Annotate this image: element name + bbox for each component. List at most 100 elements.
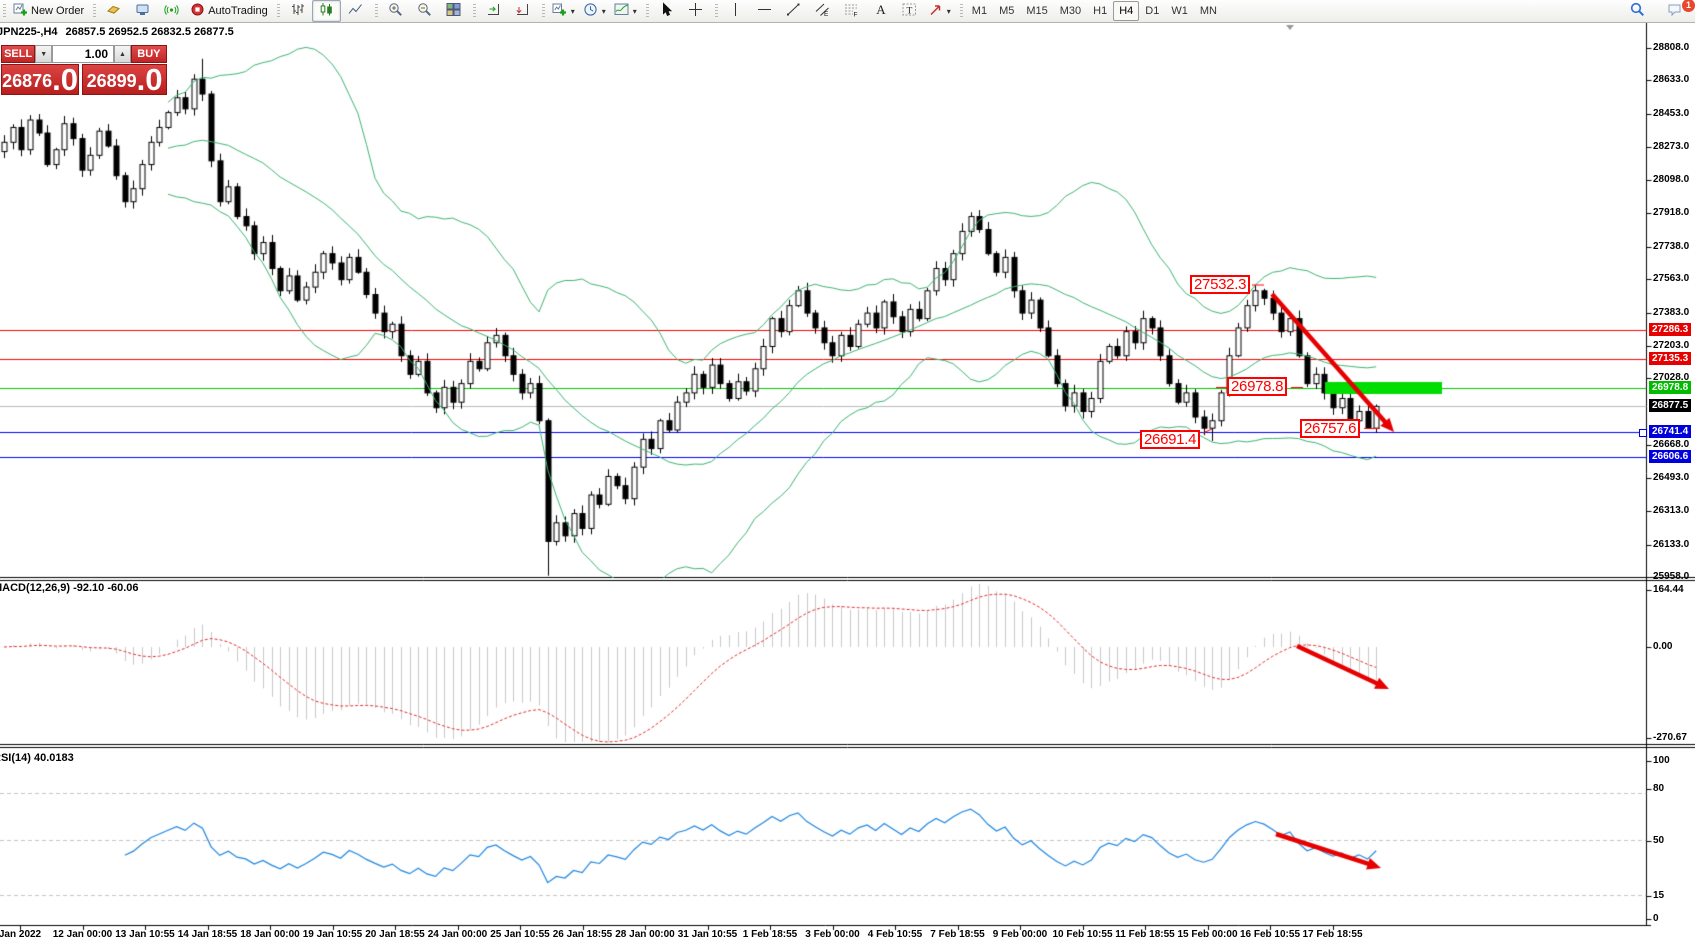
chart-shift-icon — [515, 2, 530, 20]
crosshair-button[interactable] — [681, 0, 710, 22]
timeframe-m1-button[interactable]: M1 — [966, 1, 993, 21]
toolbar-group — [539, 0, 643, 22]
horizontal-line-icon — [757, 2, 772, 20]
profiles-icon — [583, 2, 598, 20]
sell-button[interactable]: SELL — [1, 45, 35, 63]
toolbar-group — [643, 0, 712, 22]
timeframe-h4-button[interactable]: H4 — [1113, 1, 1139, 21]
sell-price-button[interactable]: 26876.0 — [1, 64, 79, 95]
new-order-icon — [13, 2, 28, 20]
price-badge: 27286.3 — [1649, 323, 1691, 336]
price-callout-label[interactable]: 26757.6 — [1300, 419, 1360, 438]
time-label: 25 Jan 10:55 — [490, 929, 550, 940]
price-callout-label[interactable]: 26978.8 — [1227, 377, 1287, 396]
deposit-button[interactable] — [99, 0, 128, 22]
timeframe-h1-button[interactable]: H1 — [1087, 1, 1113, 21]
search-button[interactable] — [1623, 0, 1652, 22]
axis-label: 50 — [1653, 835, 1664, 846]
zoom-out-button[interactable] — [410, 0, 439, 22]
time-label: 9 Feb 00:00 — [993, 929, 1047, 940]
volume-up-button[interactable]: ▲ — [114, 45, 131, 63]
toolbar-group: E FAT — [712, 0, 957, 22]
timeframe-w1-button[interactable]: W1 — [1165, 1, 1194, 21]
buy-button[interactable]: BUY — [131, 45, 167, 63]
time-label: 16 Feb 10:55 — [1240, 929, 1300, 940]
vertical-line-icon — [728, 2, 743, 20]
autotrading-button[interactable]: AutoTrading — [186, 0, 272, 22]
text-button[interactable]: A — [866, 0, 895, 22]
new-order-button[interactable]: New Order — [9, 0, 88, 22]
toolbar-group: New Order — [0, 0, 90, 22]
zoom-in-button[interactable] — [381, 0, 410, 22]
vertical-line-button[interactable] — [721, 0, 750, 22]
macd-label: MACD(12,26,9) -92.10 -60.06 — [0, 582, 139, 594]
indicators-button[interactable] — [610, 0, 641, 22]
price-badge: 26978.8 — [1649, 381, 1691, 394]
chart-title: JPN225-,H426857.5 26952.5 26832.5 26877.… — [0, 26, 234, 38]
chart-shift-button[interactable] — [508, 0, 537, 22]
time-label: 17 Feb 18:55 — [1302, 929, 1362, 940]
axis-label: -270.67 — [1653, 732, 1687, 743]
profiles-button[interactable] — [579, 0, 610, 22]
bar-chart-icon — [290, 2, 305, 20]
signals-button[interactable] — [157, 0, 186, 22]
auto-scroll-button[interactable] — [479, 0, 508, 22]
svg-text:E: E — [824, 11, 829, 17]
axis-label: 0 — [1653, 913, 1659, 924]
axis-label: 28098.0 — [1653, 174, 1689, 185]
price-callout-label[interactable]: 26691.4 — [1140, 430, 1200, 449]
axis-label: 26668.0 — [1653, 439, 1689, 450]
arrows-button[interactable] — [924, 0, 955, 22]
fibonacci-icon: F — [844, 2, 859, 20]
line-chart-button[interactable] — [341, 0, 370, 22]
time-label: 11 Feb 18:55 — [1115, 929, 1174, 940]
fibonacci-button[interactable]: F — [837, 0, 866, 22]
axis-label: 28453.0 — [1653, 108, 1689, 119]
terminal-button[interactable] — [128, 0, 157, 22]
horizontal-line-button[interactable] — [750, 0, 779, 22]
axis-label: 80 — [1653, 783, 1664, 794]
tile-windows-button[interactable] — [439, 0, 468, 22]
axis-label: 28633.0 — [1653, 74, 1689, 85]
time-label: 13 Jan 10:55 — [115, 929, 175, 940]
timeframe-m5-button[interactable]: M5 — [993, 1, 1020, 21]
chart-canvas[interactable] — [0, 0, 1695, 945]
candlestick-button[interactable] — [312, 0, 341, 22]
axis-label: 0.00 — [1653, 641, 1672, 652]
time-label: 1 Feb 18:55 — [743, 929, 797, 940]
time-label: 18 Jan 00:00 — [240, 929, 300, 940]
trendline-button[interactable] — [779, 0, 808, 22]
bar-chart-button[interactable] — [283, 0, 312, 22]
axis-label: 26133.0 — [1653, 539, 1689, 550]
hline-drag-handle[interactable] — [1639, 429, 1647, 437]
tile-windows-icon — [446, 2, 461, 20]
cursor-button[interactable] — [652, 0, 681, 22]
time-label: 31 Jan 10:55 — [678, 929, 738, 940]
chat-button[interactable]: 1 — [1660, 0, 1689, 22]
buy-price-decimal: .0 — [137, 65, 163, 94]
new-chart-icon — [552, 2, 567, 20]
timeframe-m15-button[interactable]: M15 — [1020, 1, 1053, 21]
time-label: 28 Jan 00:00 — [615, 929, 675, 940]
autotrading-icon — [190, 2, 205, 20]
autotrading-label: AutoTrading — [208, 5, 268, 17]
timeframe-m30-button[interactable]: M30 — [1054, 1, 1087, 21]
indicators-icon — [614, 2, 629, 20]
toolbar-buttons: New Order AutoTrading E FAT M1M5M15M30H1H4D1… — [0, 0, 1225, 22]
axis-label: 28273.0 — [1653, 141, 1689, 152]
text-label-button[interactable]: T — [895, 0, 924, 22]
trendline-icon — [786, 2, 801, 20]
timeframe-mn-button[interactable]: MN — [1194, 1, 1223, 21]
signals-icon — [164, 2, 179, 20]
axis-label: 27383.0 — [1653, 307, 1689, 318]
toolbar: New Order AutoTrading E FAT M1M5M15M30H1H4D1… — [0, 0, 1695, 23]
one-click-trading-panel: SELL ▼ ▲ BUY 26876.0 26899.0 — [1, 45, 167, 95]
volume-down-button[interactable]: ▼ — [35, 45, 52, 63]
crosshair-icon — [688, 2, 703, 20]
timeframe-d1-button[interactable]: D1 — [1139, 1, 1165, 21]
new-chart-button[interactable] — [548, 0, 579, 22]
price-callout-label[interactable]: 27532.3 — [1190, 275, 1250, 294]
buy-price-button[interactable]: 26899.0 — [82, 64, 167, 95]
channel-button[interactable]: E — [808, 0, 837, 22]
volume-input[interactable] — [52, 45, 114, 63]
